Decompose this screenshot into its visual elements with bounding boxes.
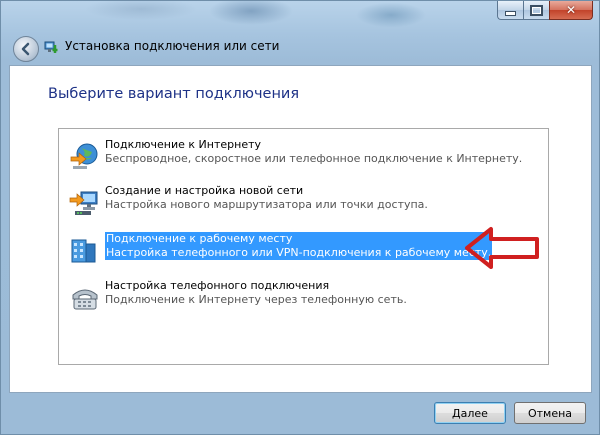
option-title: Настройка телефонного подключения xyxy=(105,279,330,292)
option-description: Подключение к Интернету через телефонную… xyxy=(105,293,407,306)
internet-globe-icon xyxy=(70,143,98,169)
cancel-button[interactable]: Отмена xyxy=(514,402,586,424)
option-title: Создание и настройка новой сети xyxy=(105,184,304,197)
new-network-icon xyxy=(69,191,98,215)
option-title: Подключение к Интернету xyxy=(105,138,262,151)
dialog-window: ✕ Установка подключения или сети Выберит… xyxy=(0,0,600,435)
minimize-icon xyxy=(505,11,516,16)
maximize-button[interactable] xyxy=(523,1,549,20)
annotation-arrow-icon xyxy=(465,227,539,269)
close-icon: ✕ xyxy=(565,3,577,17)
option-description: Настройка нового маршрутизатора или точк… xyxy=(105,198,428,211)
back-button[interactable] xyxy=(13,36,39,62)
caption-buttons: ✕ xyxy=(497,1,593,21)
maximize-icon xyxy=(530,4,543,16)
option-text: Подключение к Интернету Беспроводное, ск… xyxy=(105,138,522,166)
option-description: Беспроводное, скоростное или телефонное … xyxy=(105,152,523,165)
option-internet[interactable]: Подключение к Интернету Беспроводное, ск… xyxy=(69,138,539,180)
close-button[interactable]: ✕ xyxy=(549,1,593,20)
option-text: Создание и настройка новой сети Настройк… xyxy=(105,184,428,212)
next-button[interactable]: Далее xyxy=(434,402,506,424)
network-setup-icon xyxy=(44,41,58,53)
workplace-icon xyxy=(71,239,96,263)
option-dialup[interactable]: Настройка телефонного подключения Подклю… xyxy=(69,279,539,321)
dialup-modem-icon xyxy=(72,289,98,310)
option-title: Подключение к рабочему месту xyxy=(106,232,293,245)
back-arrow-icon xyxy=(21,42,30,56)
option-text: Подключение к рабочему месту Настройка т… xyxy=(105,232,493,260)
page-heading: Выберите вариант подключения xyxy=(48,86,300,102)
window-title: Установка подключения или сети xyxy=(65,39,280,53)
option-text: Настройка телефонного подключения Подклю… xyxy=(105,279,407,307)
option-description: Настройка телефонного или VPN-подключени… xyxy=(106,246,492,259)
minimize-button[interactable] xyxy=(497,1,523,20)
option-new-network[interactable]: Создание и настройка новой сети Настройк… xyxy=(69,184,539,226)
